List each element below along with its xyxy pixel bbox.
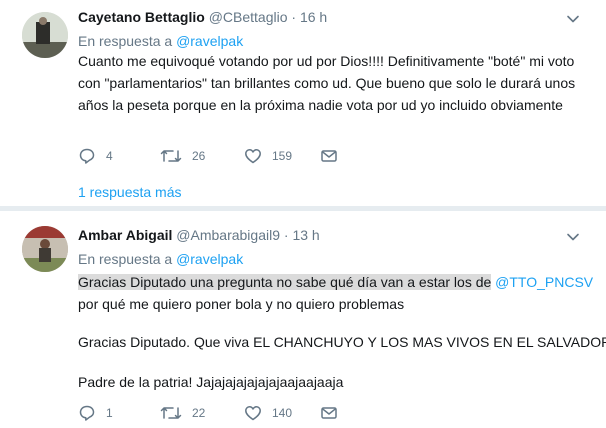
highlighted-text: Gracias Diputado una pregunta no sabe qu… — [78, 274, 492, 290]
envelope-icon — [321, 407, 337, 419]
retweet-button[interactable]: 22 — [160, 404, 205, 422]
reply-context: En respuesta a @ravelpak — [78, 251, 243, 267]
avatar[interactable] — [22, 226, 68, 272]
direct-message-button[interactable] — [320, 404, 338, 422]
retweet-count: 22 — [192, 406, 206, 420]
tweet-header: Ambar Abigail @Ambarabigail9 · 13 h — [78, 227, 320, 243]
user-handle[interactable]: @Ambarabigail9 — [176, 227, 280, 243]
timestamp[interactable]: 13 h — [292, 227, 319, 243]
tweet[interactable]: Ambar Abigail @Ambarabigail9 · 13 h En r… — [0, 0, 606, 428]
reply-icon — [79, 405, 95, 421]
like-count: 140 — [272, 406, 293, 420]
tweet-text-line: Gracias Diputado. Que viva EL CHANCHUYO … — [78, 334, 606, 350]
chevron-down-icon[interactable] — [566, 230, 580, 244]
display-name[interactable]: Ambar Abigail — [78, 227, 172, 243]
retweet-icon — [160, 407, 182, 419]
reply-mention-link[interactable]: @ravelpak — [176, 251, 243, 267]
separator-dot: · — [283, 227, 289, 243]
mention-link[interactable]: @TTO_PNCSV — [495, 274, 593, 290]
tweet-actions: 1 22 140 — [78, 404, 418, 424]
reply-count: 1 — [106, 406, 113, 420]
reply-prefix: En respuesta a — [78, 251, 173, 267]
like-button[interactable]: 140 — [244, 404, 292, 422]
avatar-photo — [22, 226, 68, 272]
heart-icon — [245, 406, 261, 421]
tweet-text-line: por qué me quiero poner bola y no quiero… — [78, 296, 405, 312]
reply-button[interactable]: 1 — [78, 404, 113, 422]
tweet-text-line: Gracias Diputado una pregunta no sabe qu… — [78, 274, 593, 290]
tweet-text-line: Padre de la patria! Jajajajajajajajaajaa… — [78, 374, 344, 390]
